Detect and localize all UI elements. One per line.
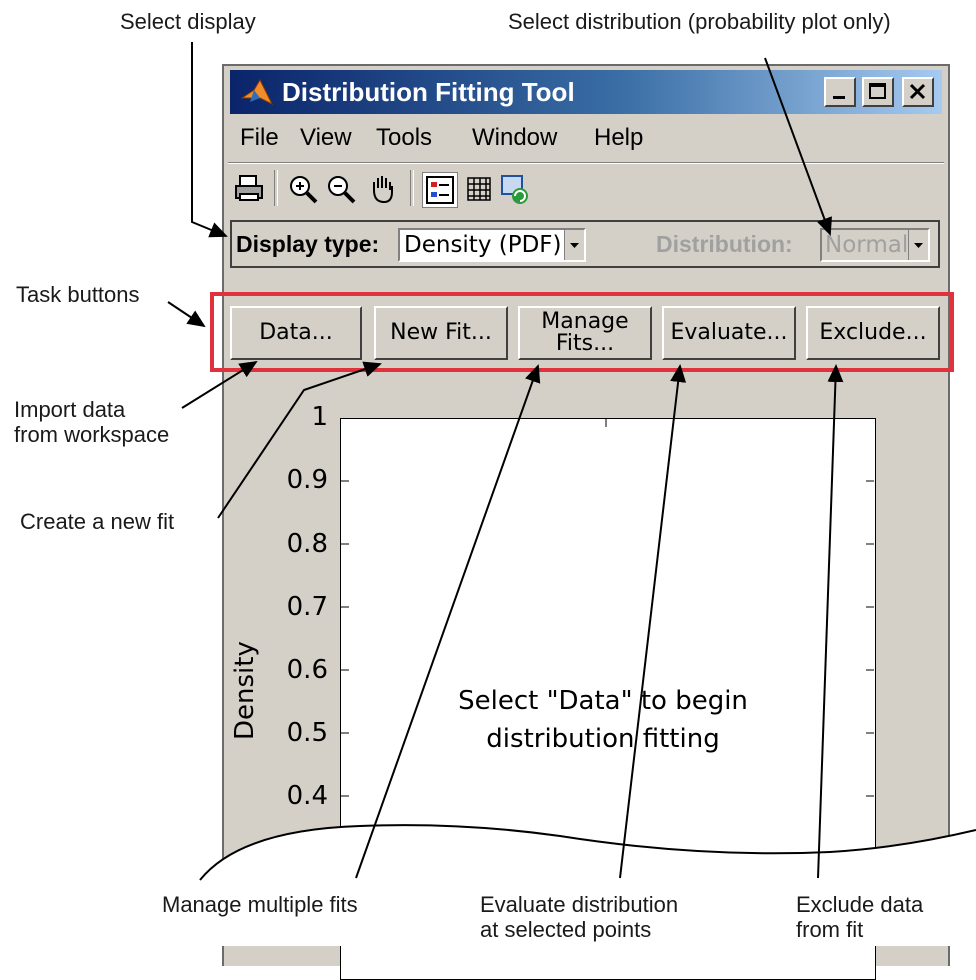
plot-message-2: distribution fitting [486, 724, 720, 754]
callout-evaluate-2: at selected points [480, 917, 652, 942]
callout-evaluate-1: Evaluate distribution [480, 892, 679, 917]
callout-manage-fits: Manage multiple fits [162, 892, 358, 917]
annotation-overlay [167, 42, 976, 946]
callout-exclude-2: from fit [796, 917, 864, 942]
callout-exclude-1: Exclude data [796, 892, 924, 917]
plot-message-1: Select "Data" to begin [458, 686, 748, 716]
